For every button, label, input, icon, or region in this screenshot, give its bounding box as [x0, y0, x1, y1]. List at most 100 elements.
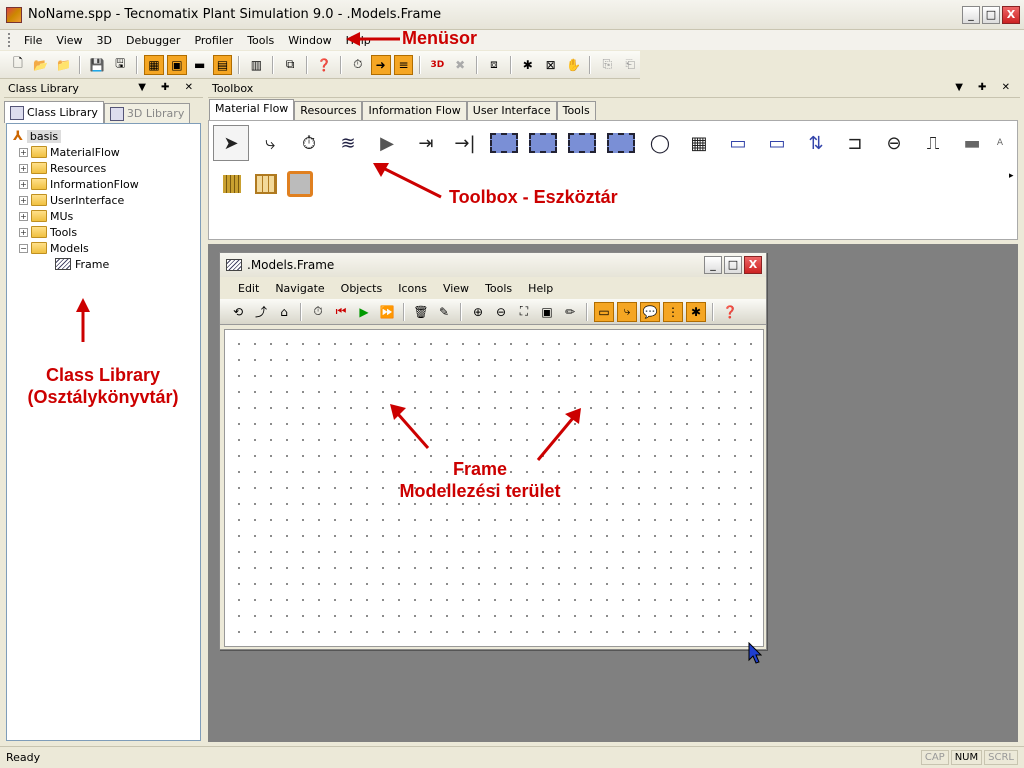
- delete-icon[interactable]: 🗑: [411, 302, 431, 322]
- buffer-icon[interactable]: ▭: [720, 125, 756, 161]
- show-comments-icon[interactable]: 💬: [640, 301, 660, 322]
- clean-icon[interactable]: ✎: [434, 302, 454, 322]
- open-origin-icon[interactable]: ⤴: [251, 302, 271, 322]
- frame-menu-edit[interactable]: Edit: [230, 282, 267, 295]
- disabled-tool-icon[interactable]: ✖: [450, 55, 470, 75]
- tab-user-interface[interactable]: User Interface: [466, 101, 557, 120]
- menu-file[interactable]: File: [17, 34, 49, 47]
- new-file-icon[interactable]: 🗋: [8, 55, 28, 75]
- assembly-icon[interactable]: [564, 125, 600, 161]
- debugger-bug-icon[interactable]: ✱: [518, 55, 538, 75]
- interface-icon[interactable]: ▶: [369, 125, 405, 161]
- model-settings-icon[interactable]: ⧉: [280, 55, 300, 75]
- zoom-out-icon[interactable]: ⊖: [491, 302, 511, 322]
- tab-3d-library[interactable]: 3D Library: [103, 103, 191, 123]
- menu-tools[interactable]: Tools: [240, 34, 281, 47]
- tab-resources[interactable]: Resources: [294, 101, 363, 120]
- entity-icon[interactable]: [219, 171, 245, 197]
- tree-item-resources[interactable]: + Resources: [13, 160, 194, 176]
- export-icon[interactable]: ⎘: [597, 55, 617, 75]
- debugger-icon[interactable]: ✱: [686, 301, 706, 322]
- library-icon[interactable]: ▥: [246, 55, 266, 75]
- debug-step-icon[interactable]: ➜: [370, 54, 391, 75]
- help-icon[interactable]: ❓: [314, 55, 334, 75]
- expand-toggle-icon[interactable]: +: [19, 211, 28, 221]
- expand-toggle-icon[interactable]: +: [19, 147, 28, 157]
- drain-icon[interactable]: →|: [447, 125, 483, 161]
- expand-toggle-icon[interactable]: +: [19, 227, 28, 237]
- tab-class-library[interactable]: Class Library: [4, 101, 104, 123]
- home-icon[interactable]: ⌂: [274, 302, 294, 322]
- frame-help-icon[interactable]: ❓: [720, 302, 740, 322]
- frame-minimize-button[interactable]: _: [704, 256, 722, 274]
- frame-maximize-button[interactable]: □: [724, 256, 742, 274]
- connector-icon[interactable]: ⤷: [252, 125, 288, 161]
- frame-menu-help[interactable]: Help: [520, 282, 561, 295]
- fast-forward-icon[interactable]: ⏩: [377, 302, 397, 322]
- 3d-view-icon[interactable]: 3D: [427, 55, 447, 75]
- toolbox-scroll-arrow[interactable]: ▸: [1009, 171, 1014, 181]
- close-button[interactable]: X: [1002, 6, 1020, 24]
- save-icon[interactable]: 💾: [87, 55, 107, 75]
- class-library-header-controls[interactable]: ▼ ✚ ✕: [138, 82, 199, 93]
- zoom-fit-icon[interactable]: ⛶: [514, 302, 534, 322]
- tree-item-tools[interactable]: + Tools: [13, 224, 194, 240]
- edit-pencil-icon[interactable]: ✏: [560, 302, 580, 322]
- ab-track-icon[interactable]: A: [993, 125, 1007, 161]
- placebuffer-icon[interactable]: ▭: [759, 125, 795, 161]
- single-proc-icon[interactable]: [486, 125, 522, 161]
- menu-debugger[interactable]: Debugger: [119, 34, 187, 47]
- menu-view[interactable]: View: [49, 34, 89, 47]
- two-lane-track-icon[interactable]: ▬: [954, 125, 990, 161]
- frame-object-icon[interactable]: ≋: [330, 125, 366, 161]
- sorter-icon[interactable]: ⇅: [798, 125, 834, 161]
- expand-toggle-icon[interactable]: +: [19, 179, 28, 189]
- toolbox-toggle-icon[interactable]: ▬: [190, 55, 210, 75]
- frame-menu-navigate[interactable]: Navigate: [267, 282, 332, 295]
- tab-material-flow[interactable]: Material Flow: [209, 99, 295, 120]
- pointer-icon[interactable]: ➤: [213, 125, 249, 161]
- open-folder-icon[interactable]: 📁: [54, 55, 74, 75]
- event-controller-icon[interactable]: ⏱: [308, 302, 328, 322]
- store-icon[interactable]: ▦: [681, 125, 717, 161]
- tree-item-userinterface[interactable]: + UserInterface: [13, 192, 194, 208]
- menu-window[interactable]: Window: [281, 34, 338, 47]
- class-library-toggle-icon[interactable]: ▦: [144, 54, 164, 75]
- breakpoint-icon[interactable]: ⊠: [541, 55, 561, 75]
- toolbox-header-controls[interactable]: ▼ ✚ ✕: [955, 82, 1016, 93]
- zoom-in-icon[interactable]: ⊕: [468, 302, 488, 322]
- tree-item-frame[interactable]: Frame: [13, 256, 194, 272]
- navigate-back-icon[interactable]: ⟲: [228, 302, 248, 322]
- maximize-button[interactable]: □: [982, 6, 1000, 24]
- frame-menu-tools[interactable]: Tools: [477, 282, 520, 295]
- open-recent-icon[interactable]: 📂: [31, 55, 51, 75]
- menu-profiler[interactable]: Profiler: [187, 34, 240, 47]
- start-icon[interactable]: ▶: [354, 302, 374, 322]
- event-controller-icon[interactable]: ⏱: [291, 125, 327, 161]
- show-connectors-icon[interactable]: ⤷: [617, 301, 637, 322]
- icon-editor-icon[interactable]: ▣: [537, 302, 557, 322]
- import-icon[interactable]: ⎗: [620, 55, 640, 75]
- frame-menu-icons[interactable]: Icons: [390, 282, 435, 295]
- windows-icon[interactable]: ⧈: [484, 55, 504, 75]
- transporter-icon[interactable]: [287, 171, 313, 197]
- cycle-icon[interactable]: ◯: [642, 125, 678, 161]
- frame-close-button[interactable]: X: [744, 256, 762, 274]
- line-icon[interactable]: ⊐: [837, 125, 873, 161]
- tab-tools[interactable]: Tools: [556, 101, 596, 120]
- trace-icon[interactable]: ≡: [393, 54, 414, 75]
- parallel-proc-icon[interactable]: [525, 125, 561, 161]
- tab-information-flow[interactable]: Information Flow: [362, 101, 467, 120]
- track-icon[interactable]: ⎍: [915, 125, 951, 161]
- minimize-button[interactable]: _: [962, 6, 980, 24]
- tree-item-models[interactable]: − Models: [13, 240, 194, 256]
- tree-item-materialflow[interactable]: + MaterialFlow: [13, 144, 194, 160]
- menu-3d[interactable]: 3D: [90, 34, 119, 47]
- menubar-grip[interactable]: [8, 33, 11, 47]
- turntable-icon[interactable]: ⊖: [876, 125, 912, 161]
- collapse-toggle-icon[interactable]: −: [19, 243, 28, 253]
- expand-toggle-icon[interactable]: +: [19, 163, 28, 173]
- tree-root-basis[interactable]: ⅄ basis: [13, 128, 194, 144]
- tree-item-mus[interactable]: + MUs: [13, 208, 194, 224]
- show-background-icon[interactable]: ▭: [594, 301, 614, 322]
